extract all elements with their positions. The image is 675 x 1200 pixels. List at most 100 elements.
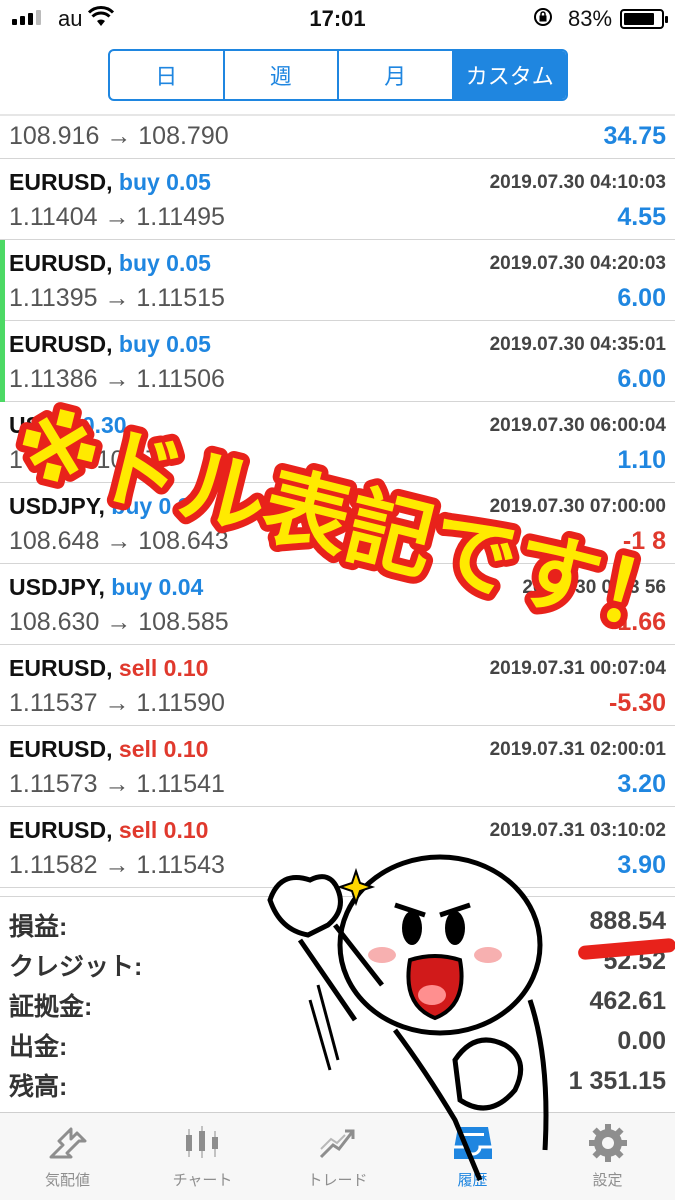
period-tab-0[interactable]: 日 [110,51,225,99]
trade-date: 2019 .30 07:3 56 [522,577,666,598]
trade-date: 2019.07.30 04:10:03 [489,172,666,193]
tab-label: 履歴 [457,1172,488,1189]
trade-date: 2019.07.30 04:20:03 [489,253,666,274]
chart-icon [135,1123,270,1163]
trade-prices: 108.630 → 108.585 [9,608,229,636]
trade-side: buy 0.05 [118,169,211,195]
trade-side: sell 0.10 [118,817,209,843]
trade-profit: -1 8 [622,527,666,555]
trade-symbol: EURUSD, sell 0.10 [9,736,209,762]
trade-side: bu 0.30 [47,412,127,438]
trade-symbol: EURUSD, sell 0.10 [9,817,209,843]
trade-prices: 1.11404 → 1.11495 [9,203,225,231]
summary-value: 888.54 [589,907,666,935]
table-row[interactable]: EURUSD, buy 0.05 2019.07.30 04:20:03 1.113… [0,240,675,321]
summary-label: クレジット: [9,953,143,981]
battery-percent: 83% [568,6,613,31]
trade-date: 2019.07.31 02:00:01 [489,739,666,760]
summary-label: 証拠金: [9,993,93,1021]
table-row[interactable]: 108.916 → 108.790 34.75 [0,116,675,159]
trade-side: buy 0.05 [118,331,211,357]
trade-profit: 34.75 [603,122,666,150]
summary-label: 残高: [9,1073,68,1101]
table-row[interactable]: US bu 0.30 2019.07.30 06:00:04 1 33 → 108 … [0,402,675,483]
trade-side: sell 0.10 [118,736,209,762]
trade-symbol: US bu 0.30 [9,412,127,438]
trade-profit: 6.00 [617,284,666,312]
trade-symbol: EURUSD, buy 0.05 [9,250,211,276]
trade-date: 2019.07.30 07:00:00 [489,496,666,517]
rotation-lock-icon [532,6,554,34]
trade-icon [270,1123,405,1163]
summary-row: クレジット: 52.52 [0,943,675,981]
trade-side: buy 0.04 [111,574,204,600]
trade-side: buy 0.30 [111,493,204,519]
trade-date: 2019.07.30 04:35:01 [489,334,666,355]
trade-prices: 1 33 → 108 7 [9,446,160,474]
summary-row: 残高: 1 351.15 [0,1063,675,1101]
trade-date: 2019.07.31 03:10:02 [489,820,666,841]
tab-history[interactable]: 履歴 [405,1113,540,1200]
trade-date: 2019.07.30 06:00:04 [489,415,666,436]
summary-row: 損益: 888.54 [0,903,675,941]
open-marker [0,321,5,402]
trade-profit: -5.30 [609,689,666,717]
trade-prices: 1.11582 → 1.11543 [9,851,225,879]
trade-profit: 4.55 [617,203,666,231]
summary-value: 1 351.15 [568,1067,666,1095]
summary-label: 出金: [9,1033,68,1061]
tab-quotes[interactable]: 気配値 [0,1113,135,1200]
table-row[interactable]: EURUSD, sell 0.10 2019.07.31 00:07:04 1.11… [0,645,675,726]
table-row[interactable]: EURUSD, buy 0.05 2019.07.30 04:35:01 1.113… [0,321,675,402]
trade-prices: 1.11537 → 1.11590 [9,689,225,717]
tab-chart[interactable]: チャート [135,1113,270,1200]
table-row[interactable]: EURUSD, sell 0.10 2019.07.31 03:10:02 1.11… [0,807,675,888]
trade-symbol: EURUSD, buy 0.05 [9,331,211,357]
tab-trade[interactable]: トレード [270,1113,405,1200]
trade-side: sell 0.10 [118,655,209,681]
tab-settings[interactable]: 設定 [540,1113,675,1200]
period-selector: 日週月カスタム [108,49,568,101]
period-tab-1[interactable]: 週 [225,51,339,99]
history-icon [405,1123,540,1163]
trade-symbol: EURUSD, buy 0.05 [9,169,211,195]
summary-row: 証拠金: 462.61 [0,983,675,1021]
trade-symbol: EURUSD, sell 0.10 [9,655,209,681]
tab-bar: 気配値 チャート トレード 履歴 設定 [0,1112,675,1200]
trade-prices: 108.916 → 108.790 [9,122,229,150]
status-bar: au 17:01 83% [0,0,675,38]
battery-icon [620,9,668,29]
tab-label: 気配値 [44,1172,90,1189]
trade-side: buy 0.05 [118,250,211,276]
open-marker [0,240,5,321]
tab-label: 設定 [592,1172,623,1189]
period-tab-2[interactable]: 月 [339,51,454,99]
trade-profit: 6.00 [617,365,666,393]
period-tab-3[interactable]: カスタム [453,51,566,99]
summary-row: 出金: 0.00 [0,1023,675,1061]
trade-prices: 1.11395 → 1.11515 [9,284,225,312]
trade-history-list[interactable]: 108.916 → 108.790 34.75 EURUSD, buy 0.05 20… [0,116,675,896]
trade-symbol: USDJPY, buy 0.30 [9,493,204,519]
tab-label: チャート [172,1172,233,1189]
table-row[interactable]: EURUSD, sell 0.10 2019.07.31 02:00:01 1.11… [0,726,675,807]
trade-profit: -1.66 [609,608,666,636]
account-summary: 損益: 888.54 クレジット: 52.52 証拠金: 462.61 出金: 0.00 残高:… [0,896,675,1110]
summary-label: 損益: [9,913,68,941]
trade-profit: 3.20 [617,770,666,798]
trade-prices: 108.648 → 108.643 [9,527,229,555]
table-row[interactable]: EURUSD, buy 0.05 2019.07.30 04:10:03 1.114… [0,159,675,240]
trade-prices: 1.11573 → 1.11541 [9,770,225,798]
quotes-icon [0,1123,135,1163]
trade-date: 2019.07.31 00:07:04 [489,658,666,679]
summary-value: 462.61 [589,987,666,1015]
trade-symbol: USDJPY, buy 0.04 [9,574,204,600]
table-row[interactable]: USDJPY, buy 0.04 2019 .30 07:3 56 108.630 … [0,564,675,645]
summary-value: 0.00 [617,1027,666,1055]
trade-prices: 1.11386 → 1.11506 [9,365,225,393]
trade-profit: 3.90 [617,851,666,879]
table-row[interactable]: USDJPY, buy 0.30 2019.07.30 07:00:00 108.6… [0,483,675,564]
settings-icon [540,1123,675,1163]
trade-profit: 1.10 [617,446,666,474]
tab-label: トレード [307,1172,368,1189]
